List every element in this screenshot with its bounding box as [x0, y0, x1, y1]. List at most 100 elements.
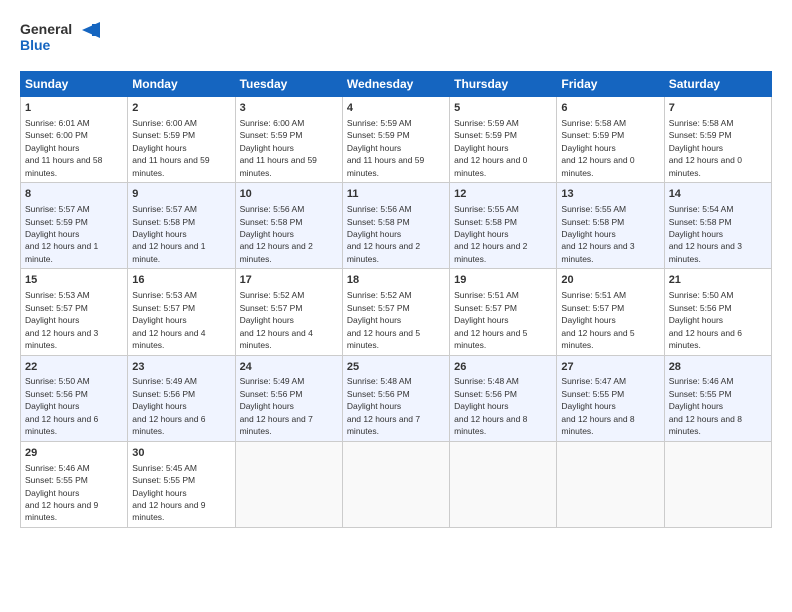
calendar-day-cell: 6 Sunrise: 5:58 AMSunset: 5:59 PMDaylight…: [557, 97, 664, 183]
weekday-header-friday: Friday: [557, 72, 664, 97]
day-number: 11: [347, 187, 445, 202]
calendar-day-cell: 21Sunrise: 5:50 AMSunset: 5:56 PMDayligh…: [664, 269, 771, 355]
weekday-header-sunday: Sunday: [21, 72, 128, 97]
day-info: Sunrise: 5:55 AMSunset: 5:58 PMDaylight …: [454, 204, 527, 264]
weekday-header-monday: Monday: [128, 72, 235, 97]
calendar-page: General Blue SundayMondayTuesdayWednesda…: [0, 0, 792, 612]
day-number: 19: [454, 273, 552, 288]
calendar-day-cell: 29 Sunrise: 5:46 AMSunset: 5:55 PMDayligh…: [21, 441, 128, 527]
day-number: 24: [240, 360, 338, 375]
calendar-day-cell: [557, 441, 664, 527]
calendar-day-cell: 11 Sunrise: 5:56 AMSunset: 5:58 PMDayligh…: [342, 183, 449, 269]
day-number: 4: [347, 101, 445, 116]
day-number: 13: [561, 187, 659, 202]
day-info: Sunrise: 5:51 AMSunset: 5:57 PMDaylight …: [561, 290, 634, 350]
calendar-week-row: 1Sunrise: 6:01 AMSunset: 6:00 PMDaylight…: [21, 97, 772, 183]
calendar-week-row: 29 Sunrise: 5:46 AMSunset: 5:55 PMDayligh…: [21, 441, 772, 527]
calendar-day-cell: 15 Sunrise: 5:53 AMSunset: 5:57 PMDayligh…: [21, 269, 128, 355]
day-number: 14: [669, 187, 767, 202]
calendar-week-row: 15 Sunrise: 5:53 AMSunset: 5:57 PMDayligh…: [21, 269, 772, 355]
calendar-day-cell: [664, 441, 771, 527]
calendar-day-cell: 20 Sunrise: 5:51 AMSunset: 5:57 PMDayligh…: [557, 269, 664, 355]
day-info: Sunrise: 5:48 AMSunset: 5:56 PMDaylight …: [347, 376, 420, 436]
day-number: 29: [25, 446, 123, 461]
day-number: 3: [240, 101, 338, 116]
day-info: Sunrise: 5:45 AMSunset: 5:55 PMDaylight …: [132, 463, 205, 523]
svg-text:General: General: [20, 21, 72, 37]
day-number: 16: [132, 273, 230, 288]
day-number: 20: [561, 273, 659, 288]
weekday-header-wednesday: Wednesday: [342, 72, 449, 97]
day-number: 17: [240, 273, 338, 288]
day-info: Sunrise: 5:57 AMSunset: 5:58 PMDaylight …: [132, 204, 205, 264]
logo-icon: General Blue: [20, 16, 100, 56]
day-info: Sunrise: 5:50 AMSunset: 5:56 PMDaylight …: [25, 376, 98, 436]
weekday-header-thursday: Thursday: [450, 72, 557, 97]
calendar-day-cell: 10Sunrise: 5:56 AMSunset: 5:58 PMDayligh…: [235, 183, 342, 269]
calendar-table: SundayMondayTuesdayWednesdayThursdayFrid…: [20, 71, 772, 528]
calendar-day-cell: 26Sunrise: 5:48 AMSunset: 5:56 PMDayligh…: [450, 355, 557, 441]
weekday-header-saturday: Saturday: [664, 72, 771, 97]
calendar-day-cell: 28Sunrise: 5:46 AMSunset: 5:55 PMDayligh…: [664, 355, 771, 441]
page-header: General Blue: [20, 16, 772, 61]
day-info: Sunrise: 5:58 AMSunset: 5:59 PMDaylight …: [669, 118, 742, 178]
day-info: Sunrise: 5:49 AMSunset: 5:56 PMDaylight …: [132, 376, 205, 436]
day-number: 12: [454, 187, 552, 202]
calendar-week-row: 8 Sunrise: 5:57 AMSunset: 5:59 PMDaylight…: [21, 183, 772, 269]
calendar-day-cell: [450, 441, 557, 527]
day-number: 30: [132, 446, 230, 461]
day-info: Sunrise: 5:56 AMSunset: 5:58 PMDaylight …: [347, 204, 420, 264]
day-number: 5: [454, 101, 552, 116]
day-info: Sunrise: 6:01 AMSunset: 6:00 PMDaylight …: [25, 118, 102, 178]
svg-text:Blue: Blue: [20, 37, 51, 53]
day-number: 23: [132, 360, 230, 375]
day-number: 6: [561, 101, 659, 116]
calendar-day-cell: 24Sunrise: 5:49 AMSunset: 5:56 PMDayligh…: [235, 355, 342, 441]
day-number: 8: [25, 187, 123, 202]
logo: General Blue: [20, 16, 100, 61]
calendar-day-cell: 25Sunrise: 5:48 AMSunset: 5:56 PMDayligh…: [342, 355, 449, 441]
weekday-header-tuesday: Tuesday: [235, 72, 342, 97]
calendar-day-cell: 8 Sunrise: 5:57 AMSunset: 5:59 PMDaylight…: [21, 183, 128, 269]
calendar-day-cell: 5Sunrise: 5:59 AMSunset: 5:59 PMDaylight…: [450, 97, 557, 183]
day-info: Sunrise: 5:57 AMSunset: 5:59 PMDaylight …: [25, 204, 98, 264]
day-info: Sunrise: 5:52 AMSunset: 5:57 PMDaylight …: [240, 290, 313, 350]
day-info: Sunrise: 6:00 AMSunset: 5:59 PMDaylight …: [132, 118, 209, 178]
calendar-day-cell: 30 Sunrise: 5:45 AMSunset: 5:55 PMDayligh…: [128, 441, 235, 527]
calendar-day-cell: 17 Sunrise: 5:52 AMSunset: 5:57 PMDayligh…: [235, 269, 342, 355]
day-info: Sunrise: 5:52 AMSunset: 5:57 PMDaylight …: [347, 290, 420, 350]
day-number: 2: [132, 101, 230, 116]
day-info: Sunrise: 5:46 AMSunset: 5:55 PMDaylight …: [669, 376, 742, 436]
day-number: 21: [669, 273, 767, 288]
day-info: Sunrise: 5:46 AMSunset: 5:55 PMDaylight …: [25, 463, 98, 523]
calendar-day-cell: 23Sunrise: 5:49 AMSunset: 5:56 PMDayligh…: [128, 355, 235, 441]
calendar-week-row: 22Sunrise: 5:50 AMSunset: 5:56 PMDayligh…: [21, 355, 772, 441]
calendar-day-cell: [235, 441, 342, 527]
calendar-day-cell: 9Sunrise: 5:57 AMSunset: 5:58 PMDaylight…: [128, 183, 235, 269]
day-info: Sunrise: 6:00 AMSunset: 5:59 PMDaylight …: [240, 118, 317, 178]
day-info: Sunrise: 5:54 AMSunset: 5:58 PMDaylight …: [669, 204, 742, 264]
day-number: 10: [240, 187, 338, 202]
calendar-day-cell: 1Sunrise: 6:01 AMSunset: 6:00 PMDaylight…: [21, 97, 128, 183]
day-info: Sunrise: 5:53 AMSunset: 5:57 PMDaylight …: [132, 290, 205, 350]
calendar-day-cell: 4 Sunrise: 5:59 AMSunset: 5:59 PMDaylight…: [342, 97, 449, 183]
day-number: 25: [347, 360, 445, 375]
calendar-day-cell: 27Sunrise: 5:47 AMSunset: 5:55 PMDayligh…: [557, 355, 664, 441]
day-number: 26: [454, 360, 552, 375]
day-number: 18: [347, 273, 445, 288]
calendar-day-cell: 19Sunrise: 5:51 AMSunset: 5:57 PMDayligh…: [450, 269, 557, 355]
calendar-day-cell: 12 Sunrise: 5:55 AMSunset: 5:58 PMDayligh…: [450, 183, 557, 269]
day-info: Sunrise: 5:48 AMSunset: 5:56 PMDaylight …: [454, 376, 527, 436]
day-info: Sunrise: 5:49 AMSunset: 5:56 PMDaylight …: [240, 376, 313, 436]
day-number: 7: [669, 101, 767, 116]
day-number: 28: [669, 360, 767, 375]
day-info: Sunrise: 5:58 AMSunset: 5:59 PMDaylight …: [561, 118, 634, 178]
calendar-day-cell: 7 Sunrise: 5:58 AMSunset: 5:59 PMDaylight…: [664, 97, 771, 183]
day-info: Sunrise: 5:59 AMSunset: 5:59 PMDaylight …: [347, 118, 424, 178]
calendar-day-cell: 18 Sunrise: 5:52 AMSunset: 5:57 PMDayligh…: [342, 269, 449, 355]
day-info: Sunrise: 5:53 AMSunset: 5:57 PMDaylight …: [25, 290, 98, 350]
day-number: 15: [25, 273, 123, 288]
calendar-day-cell: 13 Sunrise: 5:55 AMSunset: 5:58 PMDayligh…: [557, 183, 664, 269]
calendar-day-cell: 2 Sunrise: 6:00 AMSunset: 5:59 PMDaylight…: [128, 97, 235, 183]
day-info: Sunrise: 5:55 AMSunset: 5:58 PMDaylight …: [561, 204, 634, 264]
